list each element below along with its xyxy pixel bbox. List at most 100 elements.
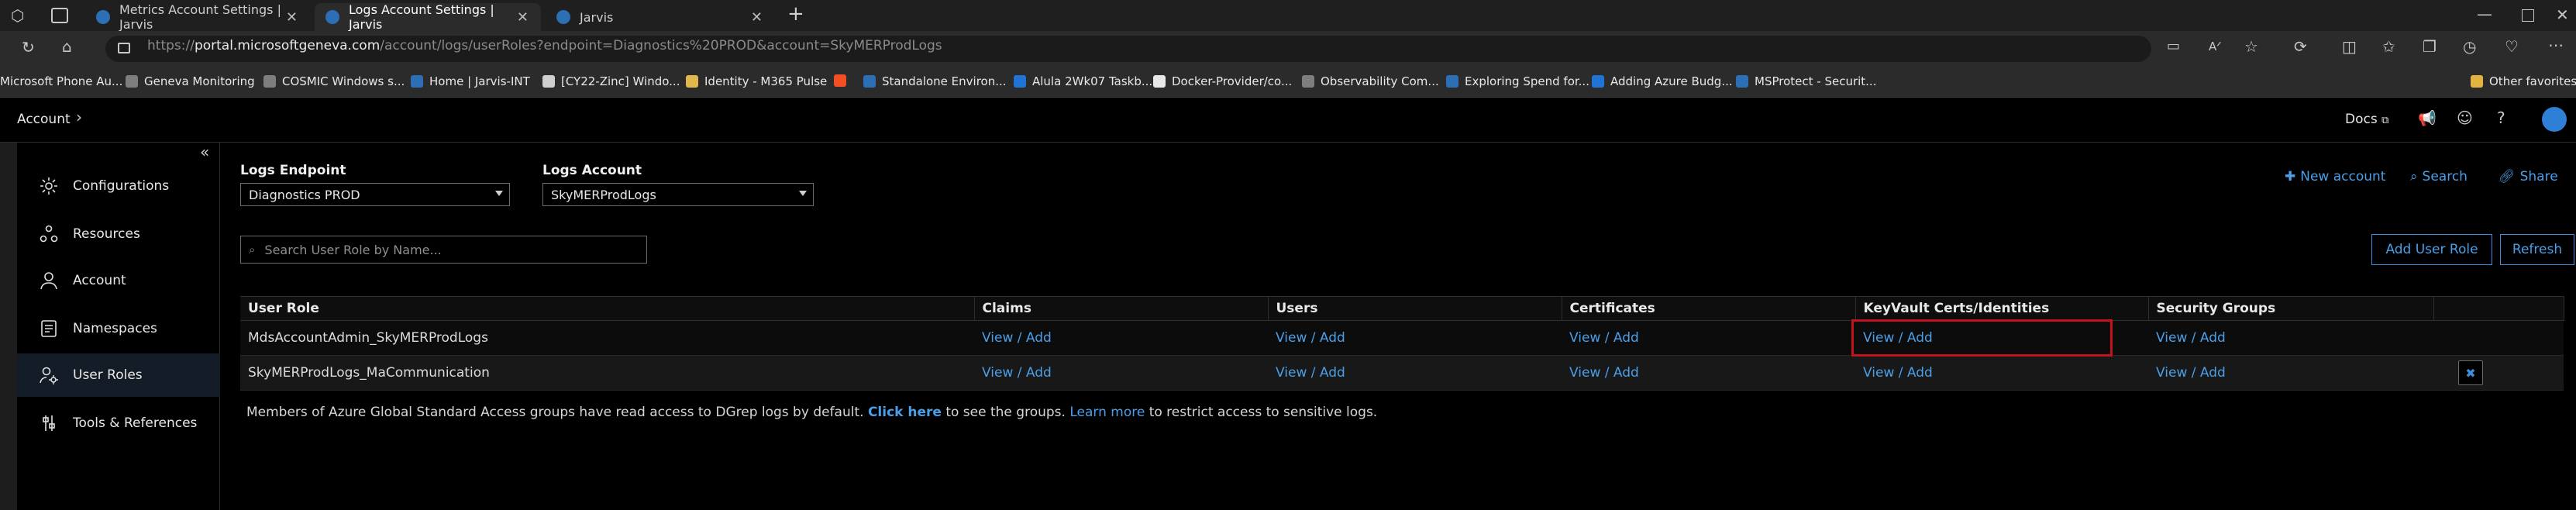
favorite-item[interactable]: Standalone Environ... xyxy=(863,74,1007,88)
user-role-search[interactable]: ⌕ xyxy=(240,236,647,264)
favorite-item[interactable]: Home | Jarvis-INT xyxy=(411,74,530,88)
favorite-item[interactable]: Identity - M365 Pulse xyxy=(686,74,827,88)
settings-more-icon[interactable]: ⋯ xyxy=(2548,36,2564,54)
favicon-icon xyxy=(542,75,555,88)
security-groups-view-add-link[interactable]: View / Add xyxy=(2156,365,2226,381)
vertical-tabs-icon[interactable] xyxy=(51,8,68,23)
favorite-item[interactable]: COSMIC Windows s... xyxy=(263,74,405,88)
column-header-keyvault[interactable]: KeyVault Certs/Identities xyxy=(1855,296,2149,321)
sidebar-item-account[interactable]: Account xyxy=(17,259,220,302)
column-header-security-groups[interactable]: Security Groups xyxy=(2148,296,2434,321)
docs-link[interactable]: Docs ⧉ xyxy=(2345,112,2388,127)
close-tab-icon[interactable]: ✕ xyxy=(751,9,763,26)
column-header-users[interactable]: Users xyxy=(1268,296,1562,321)
sidebar-item-tools-references[interactable]: Tools & References xyxy=(17,401,220,445)
favorite-item[interactable]: Microsoft Phone Au... xyxy=(0,74,122,88)
announcement-icon[interactable]: 📢 xyxy=(2418,109,2437,127)
click-here-link[interactable]: Click here xyxy=(868,405,942,420)
add-user-role-button[interactable]: Add User Role xyxy=(2371,234,2492,265)
maximize-icon[interactable] xyxy=(2522,9,2534,22)
certificates-view-add-link[interactable]: View / Add xyxy=(1569,365,1639,381)
column-header-certificates[interactable]: Certificates xyxy=(1562,296,1856,321)
other-favorites-folder[interactable]: Other favorites xyxy=(2471,74,2576,88)
app-available-icon[interactable]: ▭ xyxy=(2167,38,2180,54)
search-icon: ⌕ xyxy=(249,243,256,257)
tab-jarvis[interactable]: Jarvis ✕ xyxy=(546,3,775,31)
collapse-sidebar-icon[interactable]: « xyxy=(200,143,209,161)
access-notice: Members of Azure Global Standard Access … xyxy=(246,405,1378,420)
keyvault-view-add-link[interactable]: View / Add xyxy=(1863,365,1933,381)
url-text[interactable]: https://portal.microsoftgeneva.com/accou… xyxy=(147,38,942,53)
learn-more-link[interactable]: Learn more xyxy=(1069,405,1145,420)
close-window-icon[interactable]: ✕ xyxy=(2556,5,2569,24)
favorite-item[interactable]: MSProtect - Securit... xyxy=(1736,74,1876,88)
namespaces-icon xyxy=(37,317,60,340)
claims-view-add-link[interactable]: View / Add xyxy=(982,365,1052,381)
new-account-link[interactable]: ✚ New account xyxy=(2285,169,2385,184)
favicon-icon xyxy=(1153,75,1166,88)
dropdown-caret-icon xyxy=(799,191,807,196)
search-link[interactable]: ⌕ Search xyxy=(2410,169,2468,184)
logs-account-select[interactable]: SkyMERProdLogs xyxy=(542,183,814,206)
breadcrumb-account[interactable]: Account xyxy=(17,112,71,127)
favorite-item[interactable]: Docker-Provider/co... xyxy=(1153,74,1292,88)
sidebar-item-resources[interactable]: Resources xyxy=(17,212,220,256)
jarvis-favicon-icon xyxy=(556,10,570,24)
search-input[interactable] xyxy=(263,241,631,258)
sidebar-item-namespaces[interactable]: Namespaces xyxy=(17,307,220,350)
users-view-add-link[interactable]: View / Add xyxy=(1276,365,1345,381)
user-role-name: MdsAccountAdmin_SkyMERProdLogs xyxy=(240,320,974,356)
favorite-item[interactable]: [CY22-Zinc] Windo... xyxy=(542,74,680,88)
tab-metrics-account-settings[interactable]: Metrics Account Settings | Jarvis ✕ xyxy=(85,2,310,32)
favorite-item[interactable] xyxy=(834,74,852,87)
favorite-item[interactable]: Geneva Monitoring xyxy=(126,74,255,88)
sidebar-item-configurations[interactable]: Configurations xyxy=(17,164,220,208)
column-header-claims[interactable]: Claims xyxy=(974,296,1269,321)
extension-icon[interactable]: ⟳ xyxy=(2294,37,2307,56)
keyvault-view-add-link[interactable]: View / Add xyxy=(1863,330,1933,346)
copilot-icon[interactable]: ♡ xyxy=(2505,37,2519,56)
users-view-add-link[interactable]: View / Add xyxy=(1276,330,1345,346)
lock-icon[interactable] xyxy=(118,43,130,53)
feedback-smiley-icon[interactable]: ☺ xyxy=(2457,109,2473,127)
delete-role-button[interactable]: ✖ xyxy=(2458,360,2483,385)
link-icon: 🔗︎ xyxy=(2499,169,2516,184)
certificates-view-add-link[interactable]: View / Add xyxy=(1569,330,1639,346)
logs-account-label: Logs Account xyxy=(542,163,642,178)
collections-icon[interactable]: ❐ xyxy=(2423,37,2437,56)
favorites-icon[interactable]: ✩ xyxy=(2382,37,2395,56)
favicon-icon xyxy=(1302,75,1314,88)
column-header-actions xyxy=(2433,296,2564,321)
empty-action-cell xyxy=(2433,320,2564,356)
table-header-row: User Role Claims Users Certificates KeyV… xyxy=(240,296,2564,321)
workspaces-icon[interactable]: ⬡ xyxy=(11,6,24,25)
tab-logs-account-settings[interactable]: Logs Account Settings | Jarvis ✕ xyxy=(315,2,541,32)
sidebar-item-user-roles[interactable]: User Roles xyxy=(17,353,220,397)
close-tab-icon[interactable]: ✕ xyxy=(286,9,298,26)
logs-endpoint-select[interactable]: Diagnostics PROD xyxy=(240,183,510,206)
history-icon[interactable]: ◷ xyxy=(2463,37,2476,56)
refresh-button[interactable]: Refresh xyxy=(2500,234,2574,265)
read-aloud-icon[interactable]: Aᐟ xyxy=(2209,40,2222,53)
logs-endpoint-label: Logs Endpoint xyxy=(240,163,346,178)
favorite-item[interactable]: Alula 2Wk07 Taskb... xyxy=(1014,74,1152,88)
home-icon[interactable]: ⌂ xyxy=(62,37,72,56)
avatar[interactable] xyxy=(2542,107,2567,132)
favorite-item[interactable]: Observability Com... xyxy=(1302,74,1439,88)
close-tab-icon[interactable]: ✕ xyxy=(517,9,529,26)
app-header: Account › Docs ⧉ 📢 ☺ ? xyxy=(0,98,2576,143)
resources-icon xyxy=(37,222,60,246)
favorite-item[interactable]: Exploring Spend for... xyxy=(1446,74,1589,88)
reload-icon[interactable]: ↻ xyxy=(22,38,35,57)
favorite-star-icon[interactable]: ☆ xyxy=(2244,37,2258,56)
help-icon[interactable]: ? xyxy=(2497,109,2505,127)
split-screen-icon[interactable]: ◫ xyxy=(2342,37,2357,56)
share-link[interactable]: 🔗︎ Share xyxy=(2499,169,2558,184)
new-tab-button[interactable]: + xyxy=(787,2,804,26)
minimize-icon[interactable]: — xyxy=(2477,5,2492,23)
favorite-item[interactable]: Adding Azure Budg... xyxy=(1592,74,1733,88)
security-groups-view-add-link[interactable]: View / Add xyxy=(2156,330,2226,346)
column-header-user-role[interactable]: User Role xyxy=(240,296,975,321)
claims-view-add-link[interactable]: View / Add xyxy=(982,330,1052,346)
user-roles-table: User Role Claims Users Certificates KeyV… xyxy=(240,296,2564,391)
